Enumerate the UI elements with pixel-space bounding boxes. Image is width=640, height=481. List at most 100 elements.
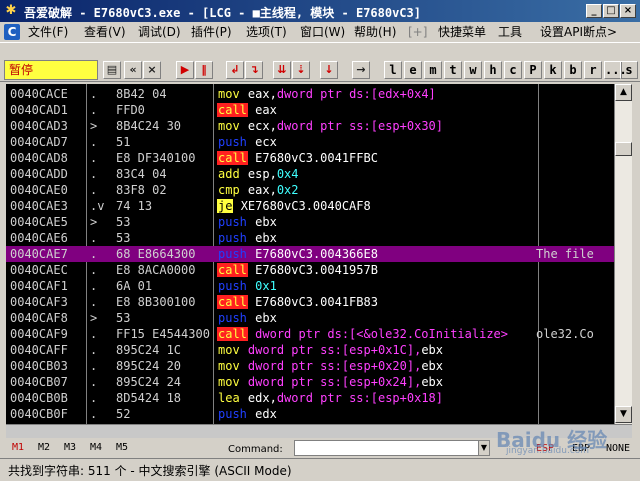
threads-button[interactable]: t bbox=[444, 61, 462, 79]
memory-tab-1[interactable]: M1 bbox=[12, 442, 24, 453]
disasm-instruction: call E7680vC3.0041FB83 bbox=[217, 294, 378, 310]
disasm-mnemonic: mov bbox=[218, 343, 240, 357]
disasm-row[interactable]: 0040CAD3 >8B4C24 30 mov ecx,dword ptr ss:[… bbox=[6, 118, 614, 134]
cpu-button[interactable]: c bbox=[504, 61, 522, 79]
menu-window[interactable]: 窗口(W) bbox=[300, 24, 345, 40]
menu-shortcuts[interactable]: 快捷菜单 bbox=[438, 24, 486, 40]
call-stack-button[interactable]: k bbox=[544, 61, 562, 79]
close-button[interactable]: × bbox=[620, 4, 636, 18]
vertical-scrollbar[interactable]: ▲ ▼ bbox=[614, 84, 632, 424]
menu-options[interactable]: 选项(T) bbox=[246, 24, 287, 40]
command-dropdown-icon[interactable]: ▼ bbox=[478, 441, 489, 455]
references-button[interactable]: r bbox=[584, 61, 602, 79]
register-ebp[interactable]: EBP bbox=[572, 443, 590, 454]
disasm-row[interactable]: 0040CB03. 895C24 20 mov dword ptr ss:[esp+… bbox=[6, 358, 614, 374]
breakpoints-button[interactable]: b bbox=[564, 61, 582, 79]
disasm-row[interactable]: 0040CACE. 8B42 04 mov eax,dword ptr ds:[ed… bbox=[6, 86, 614, 102]
menu-expand[interactable]: [+] bbox=[408, 24, 427, 40]
scroll-thumb[interactable] bbox=[615, 142, 632, 156]
disasm-row[interactable]: 0040CAF9. FF15 E4544300 call dword ptr ds:… bbox=[6, 326, 614, 342]
disasm-row[interactable]: 0040CAEC. E8 8ACA0000 call E7680vC3.004195… bbox=[6, 262, 614, 278]
disasm-row[interactable]: 0040CB0B. 8D5424 18 lea edx,dword ptr ss:[… bbox=[6, 390, 614, 406]
disasm-row[interactable]: 0040CAE3 .v 74 13 je XE7680vC3.0040CAF8 bbox=[6, 198, 614, 214]
disasm-operand: eax, bbox=[247, 87, 277, 101]
menu-view[interactable]: 查看(V) bbox=[84, 24, 126, 40]
disasm-row[interactable]: 0040CAE5 >53 push ebx bbox=[6, 214, 614, 230]
disasm-mnemonic: push bbox=[218, 311, 247, 325]
disasm-row[interactable]: 0040CB0F. 52 push edx bbox=[6, 406, 614, 422]
disasm-operand: E7680vC3.0041957B bbox=[255, 263, 378, 277]
go-to-icon[interactable]: → bbox=[352, 61, 370, 79]
memory-tab-3[interactable]: M3 bbox=[64, 442, 76, 453]
disasm-mnemonic: mov bbox=[218, 359, 240, 373]
scroll-down-icon[interactable]: ▼ bbox=[615, 406, 632, 423]
scroll-up-icon[interactable]: ▲ bbox=[615, 84, 632, 101]
execute-till-return-icon[interactable]: ↓ bbox=[320, 61, 338, 79]
disasm-mnemonic: call bbox=[217, 327, 248, 341]
disasm-jump-marker: . bbox=[90, 103, 98, 117]
handles-button[interactable]: h bbox=[484, 61, 502, 79]
source-button[interactable]: s bbox=[620, 61, 638, 79]
disasm-row[interactable]: 0040CAF1. 6A 01 push 0x1 bbox=[6, 278, 614, 294]
memory-tab-4[interactable]: M4 bbox=[90, 442, 102, 453]
pause-icon[interactable]: ‖ bbox=[195, 61, 213, 79]
disasm-address: 0040CB0F bbox=[10, 407, 68, 421]
menu-help[interactable]: 帮助(H) bbox=[354, 24, 396, 40]
log-window-button[interactable]: l bbox=[384, 61, 402, 79]
disasm-row[interactable]: 0040CAD7. 51 push ecx bbox=[6, 134, 614, 150]
disasm-instruction: push ecx bbox=[217, 134, 277, 150]
disasm-row[interactable]: 0040CAF3. E8 8B300100 call E7680vC3.0041FB… bbox=[6, 294, 614, 310]
menu-plugins[interactable]: 插件(P) bbox=[191, 24, 232, 40]
disasm-row[interactable]: 0040CAE0. 83F8 02 cmp eax,0x2 bbox=[6, 182, 614, 198]
register-esp[interactable]: ESP bbox=[536, 443, 554, 454]
disasm-row[interactable]: 0040CB07. 895C24 24 mov dword ptr ss:[esp+… bbox=[6, 374, 614, 390]
memory-map-button[interactable]: m bbox=[424, 61, 442, 79]
disasm-row[interactable]: 0040CAE7. 68 E8664300 push E7680vC3.004366… bbox=[6, 246, 614, 262]
menu-debug[interactable]: 调试(D) bbox=[138, 24, 181, 40]
mdi-child-icon[interactable]: C bbox=[4, 24, 20, 40]
open-icon[interactable]: ▤ bbox=[103, 61, 121, 79]
executable-modules-button[interactable]: e bbox=[404, 61, 422, 79]
menu-set-api-breakpoint[interactable]: 设置API断点> bbox=[540, 24, 617, 40]
register-none[interactable]: NONE bbox=[606, 443, 630, 454]
disasm-instruction: cmp eax,0x2 bbox=[217, 182, 299, 198]
pane-splitter[interactable] bbox=[6, 424, 632, 438]
minimize-button[interactable]: _ bbox=[586, 4, 602, 18]
memory-tab-5[interactable]: M5 bbox=[116, 442, 128, 453]
disasm-operand: E7680vC3.0041FFBC bbox=[255, 151, 378, 165]
disasm-mnemonic: call bbox=[217, 151, 248, 165]
restart-icon[interactable]: « bbox=[124, 61, 142, 79]
disasm-row[interactable]: 0040CAD1. FFD0 call eax bbox=[6, 102, 614, 118]
menu-file[interactable]: 文件(F) bbox=[28, 24, 68, 40]
step-over-icon[interactable]: ↴ bbox=[245, 61, 263, 79]
disasm-row[interactable]: 0040CAE6. 53 push ebx bbox=[6, 230, 614, 246]
disasm-operand: esp, bbox=[247, 167, 277, 181]
disasm-address: 0040CB0B bbox=[10, 391, 68, 405]
step-into-icon[interactable]: ↲ bbox=[226, 61, 244, 79]
patches-button[interactable]: P bbox=[524, 61, 542, 79]
memory-tab-2[interactable]: M2 bbox=[38, 442, 50, 453]
disasm-mnemonic: mov bbox=[218, 87, 240, 101]
close-program-icon[interactable]: × bbox=[143, 61, 161, 79]
disasm-mnemonic: push bbox=[218, 247, 247, 261]
run-icon[interactable]: ▶ bbox=[176, 61, 194, 79]
maximize-button[interactable]: □ bbox=[603, 4, 619, 18]
disasm-row[interactable]: 0040CAFF. 895C24 1C mov dword ptr ss:[esp+… bbox=[6, 342, 614, 358]
disasm-instruction: push ebx bbox=[217, 310, 277, 326]
disasm-mnemonic: push bbox=[218, 407, 247, 421]
disasm-address: 0040CAE5 bbox=[10, 215, 68, 229]
command-input[interactable] bbox=[294, 440, 490, 456]
disasm-instruction: mov ecx,dword ptr ss:[esp+0x30] bbox=[217, 118, 443, 134]
trace-into-icon[interactable]: ⇊ bbox=[273, 61, 291, 79]
disasm-row[interactable]: 0040CAD8. E8 DF340100 call E7680vC3.0041FF… bbox=[6, 150, 614, 166]
disasm-hex-bytes: 83C4 04 bbox=[116, 167, 167, 181]
menu-tools[interactable]: 工具 bbox=[498, 24, 522, 40]
disasm-row[interactable]: 0040CAF8 >53 push ebx bbox=[6, 310, 614, 326]
disasm-hex-bytes: 895C24 1C bbox=[116, 343, 182, 357]
disasm-row[interactable]: 0040CADD. 83C4 04 add esp,0x4 bbox=[6, 166, 614, 182]
windows-button[interactable]: w bbox=[464, 61, 482, 79]
title-bar[interactable]: ✱ 吾爱破解 - E7680vC3.exe - [LCG - ■主线程, 模块 … bbox=[0, 0, 640, 22]
trace-over-icon[interactable]: ⇣ bbox=[292, 61, 310, 79]
disassembly-view[interactable]: 0040CACE. 8B42 04 mov eax,dword ptr ds:[ed… bbox=[6, 84, 614, 424]
disasm-operand: ebx bbox=[421, 343, 443, 357]
